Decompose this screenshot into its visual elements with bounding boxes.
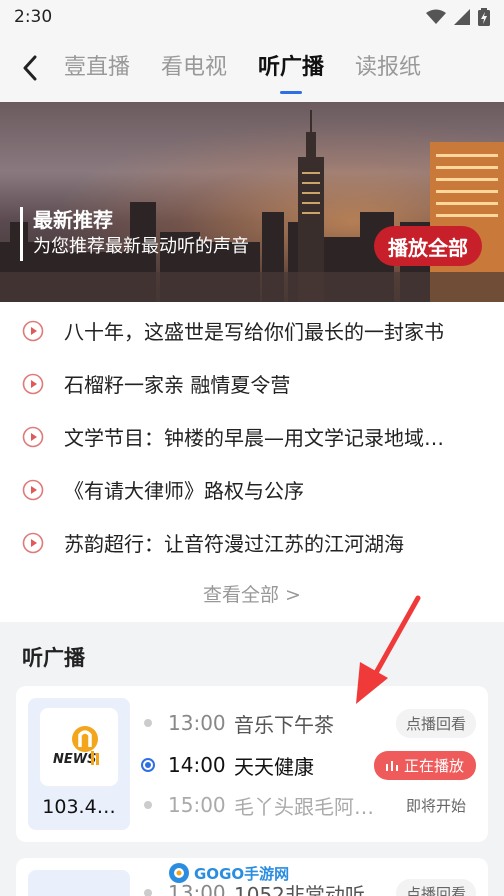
play-all-button[interactable]: 播放全部 <box>374 226 482 266</box>
program-title: 音乐下午茶 <box>234 712 334 737</box>
banner-subtitle: 为您推荐最新最动听的声音 <box>33 236 249 257</box>
replay-button[interactable]: 点播回看 <box>395 878 476 896</box>
program-row[interactable]: 14:00 天天健康 正在播放 <box>140 750 476 780</box>
watermark: GOGO手游网 <box>168 862 289 884</box>
program-time: 14:00 <box>168 753 226 777</box>
program-time: 15:00 <box>168 793 226 817</box>
play-circle-icon <box>22 479 44 500</box>
recommend-list: 八十年，这盛世是写给你们最长的一封家书 石榴籽一家亲 融情夏令营 文学节目：钟楼… <box>0 302 504 622</box>
timeline-dot-active <box>141 758 155 772</box>
program-title: 天天健康 <box>234 754 314 779</box>
watermark-text: GOGO手游网 <box>194 864 290 883</box>
list-item-title: 文学节目：钟楼的早晨—用文学记录地域… <box>64 426 444 450</box>
back-arrow-icon <box>23 55 37 81</box>
timeline-dot <box>144 801 152 809</box>
tab-live-stream[interactable]: 壹直播 <box>64 49 130 87</box>
status-time: 2:30 <box>14 7 53 27</box>
tab-read-newspaper[interactable]: 读报纸 <box>355 49 421 87</box>
station-frequency: 103.4… <box>42 796 116 818</box>
now-playing-button[interactable]: 正在播放 <box>373 750 476 780</box>
tab-bar: 壹直播 看电视 听广播 读报纸 <box>64 49 452 87</box>
banner-title: 最新推荐 <box>33 208 113 232</box>
banner-text: 最新推荐 为您推荐最新最动听的声音 <box>20 207 249 261</box>
svg-text:NEWS: NEWS <box>53 752 96 767</box>
equalizer-icon <box>385 761 398 771</box>
signal-icon <box>454 9 470 25</box>
list-item[interactable]: 八十年，这盛世是写给你们最长的一封家书 <box>0 304 504 357</box>
top-nav: 壹直播 看电视 听广播 读报纸 <box>0 34 504 102</box>
list-item[interactable]: 文学节目：钟楼的早晨—用文学记录地域… <box>0 410 504 463</box>
list-item-title: 《有请大律师》路权与公序 <box>64 479 304 503</box>
view-all-link[interactable]: 查看全部 > <box>0 580 504 607</box>
list-item-title: 石榴籽一家亲 融情夏令营 <box>64 373 291 397</box>
back-button[interactable] <box>22 48 52 88</box>
now-playing-label: 正在播放 <box>403 756 464 775</box>
wifi-icon <box>426 9 446 24</box>
banner-city-image[interactable]: 最新推荐 为您推荐最新最动听的声音 <box>0 102 504 302</box>
section-title-radio: 听广播 <box>22 646 85 670</box>
status-icons <box>426 8 490 26</box>
station-info[interactable]: NEWS 103.4… <box>28 698 130 830</box>
program-time: 13:00 <box>168 711 226 735</box>
station-info[interactable] <box>28 870 130 896</box>
list-item-title: 八十年，这盛世是写给你们最长的一封家书 <box>64 320 444 344</box>
replay-button[interactable]: 点播回看 <box>395 708 476 738</box>
program-row[interactable]: 15:00 毛丫头跟毛阿… 即将开始 <box>140 790 476 820</box>
play-circle-icon <box>22 373 44 394</box>
program-title: 毛丫头跟毛阿… <box>234 794 374 819</box>
play-circle-icon <box>22 426 44 447</box>
watermark-logo-icon <box>169 863 189 883</box>
tab-watch-tv[interactable]: 看电视 <box>161 49 227 87</box>
list-item[interactable]: 石榴籽一家亲 融情夏令营 <box>0 357 504 410</box>
list-item[interactable]: 《有请大律师》路权与公序 <box>0 463 504 516</box>
tab-listen-radio[interactable]: 听广播 <box>258 49 324 87</box>
upcoming-label: 即将开始 <box>405 796 466 815</box>
list-item-title: 苏韵超行：让音符漫过江苏的江河湖海 <box>64 532 404 556</box>
program-row[interactable]: 13:00 音乐下午茶 点播回看 <box>140 708 476 738</box>
status-bar: 2:30 <box>0 0 504 34</box>
station-logo: NEWS <box>40 708 118 786</box>
timeline-dot <box>144 889 152 896</box>
list-item[interactable]: 苏韵超行：让音符漫过江苏的江河湖海 <box>0 516 504 569</box>
timeline-dot <box>144 719 152 727</box>
station-card[interactable]: NEWS 103.4… 13:00 音乐下午茶 点播回看 14:00 天天健康 … <box>16 686 488 842</box>
battery-icon <box>478 8 490 26</box>
city-skyline-image <box>0 110 504 302</box>
play-circle-icon <box>22 320 44 341</box>
news-logo-icon: NEWS <box>53 726 99 767</box>
play-circle-icon <box>22 532 44 553</box>
